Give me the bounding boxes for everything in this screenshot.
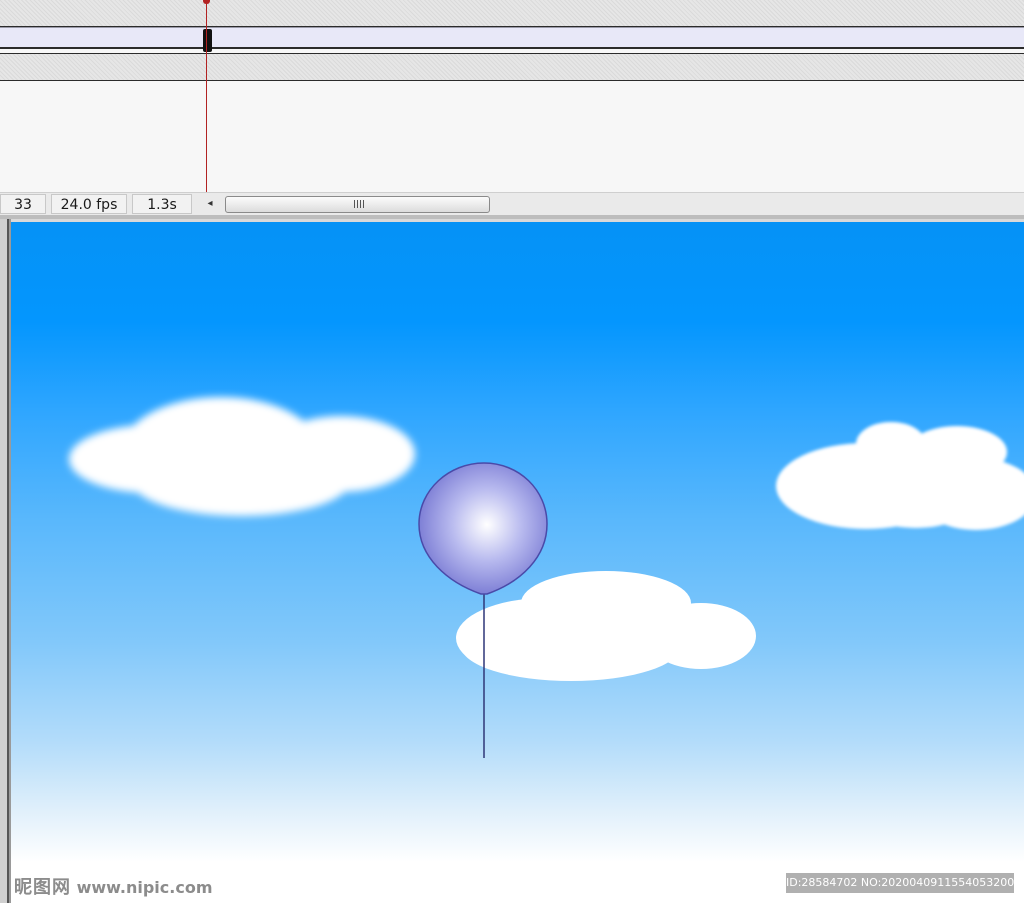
frame-rate-field[interactable]: 24.0 fps xyxy=(51,194,127,214)
stage-left-border xyxy=(0,219,11,903)
timeline-layer-row[interactable] xyxy=(0,27,1024,48)
playhead-line[interactable] xyxy=(206,0,207,192)
balloon[interactable] xyxy=(418,462,548,595)
timeline-hatch-bottom xyxy=(0,53,1024,81)
elapsed-time-field: 1.3s xyxy=(132,194,192,214)
watermark-site: 昵图网 www.nipic.com xyxy=(14,873,213,898)
scroll-left-arrow-icon[interactable]: ◂ xyxy=(201,195,219,213)
keyframe-marker[interactable] xyxy=(203,29,212,52)
watermark-url: www.nipic.com xyxy=(76,878,213,897)
stage-canvas[interactable] xyxy=(11,222,1024,903)
stage-artwork xyxy=(69,397,1024,758)
timeline-statusbar: 33 24.0 fps 1.3s ◂ xyxy=(0,192,1024,216)
cloud-right[interactable] xyxy=(776,422,1024,530)
timeline-row-divider xyxy=(0,47,1024,49)
timeline-hatch-top xyxy=(0,0,1024,27)
watermark-logo: 昵图网 xyxy=(14,877,71,898)
scrollbar-grip-icon xyxy=(354,200,364,208)
current-frame-field[interactable]: 33 xyxy=(0,194,46,214)
timeline-panel xyxy=(0,0,1024,192)
scrollbar-thumb[interactable] xyxy=(225,196,490,213)
watermark-id: ID:28584702 NO:20200409115540532000 xyxy=(786,873,1014,893)
cloud-left[interactable] xyxy=(69,397,415,516)
